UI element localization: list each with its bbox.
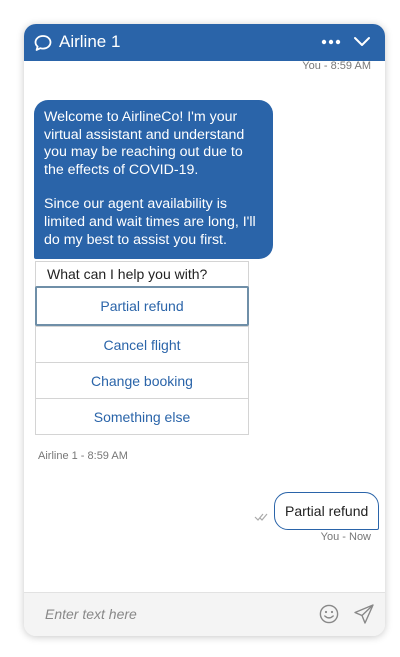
more-horizontal-icon[interactable]: [321, 33, 341, 51]
user-message-timestamp: You - Now: [320, 531, 371, 543]
read-check-icon: [254, 513, 268, 521]
quick-replies-prompt: What can I help you with?: [47, 266, 208, 282]
bot-message-bubble: Welcome to AirlineCo! I'm your virtual a…: [34, 100, 273, 260]
send-icon[interactable]: [353, 603, 375, 625]
user-message-bubble: Partial refund: [274, 492, 380, 530]
quick-reply-change-booking[interactable]: Change booking: [36, 362, 248, 398]
smiley-icon[interactable]: [319, 604, 339, 624]
chat-widget: Airline 1 You - 8:59 AM Welcome to Airli…: [24, 24, 385, 636]
message-input[interactable]: Enter text here: [45, 606, 137, 622]
bot-message-text: Since our agent availability is limited …: [44, 196, 256, 248]
composer: Enter text here: [24, 592, 385, 636]
quick-reply-partial-refund[interactable]: Partial refund: [35, 286, 249, 326]
user-message-timestamp-top: You - 8:59 AM: [302, 60, 371, 72]
quick-replies: What can I help you with? Partial refund…: [35, 261, 249, 435]
chevron-down-icon[interactable]: [353, 35, 371, 49]
quick-reply-something-else[interactable]: Something else: [36, 398, 248, 434]
chat-bubble-icon: [34, 35, 52, 51]
bot-message-text: Welcome to AirlineCo! I'm your virtual a…: [44, 109, 245, 178]
quick-reply-cancel-flight[interactable]: Cancel flight: [36, 326, 248, 362]
bot-message-timestamp: Airline 1 - 8:59 AM: [38, 450, 128, 462]
chat-header: Airline 1: [24, 24, 385, 61]
chat-title: Airline 1: [59, 32, 121, 51]
